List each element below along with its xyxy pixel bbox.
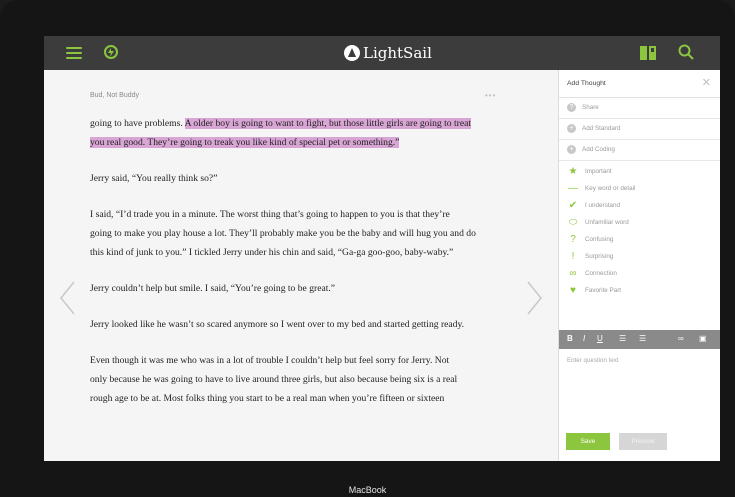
top-bar: LightSail bbox=[44, 36, 720, 70]
editor-toolbar: B I U ☰ ☰ ∞ ▣ bbox=[559, 330, 720, 349]
check-icon: ✔ bbox=[568, 200, 578, 211]
book-text[interactable]: going to have problems. A older boy is g… bbox=[90, 114, 520, 408]
text-line: going to have problems. A older boy is g… bbox=[90, 114, 520, 133]
plain-text: Jerry said, “You really think so?” bbox=[90, 173, 218, 184]
laptop-frame: LightSail Bud, Not Buddy ••• going to ha… bbox=[0, 0, 735, 497]
text-line: Jerry couldn’t help but smile. I said, “… bbox=[90, 279, 520, 298]
numbered-list-button[interactable]: ☰ bbox=[639, 334, 646, 343]
highlighted-text[interactable]: A older boy is going to want to fight, b… bbox=[184, 118, 472, 129]
app-name: LightSail bbox=[363, 44, 432, 62]
add-coding-label: Add Coding bbox=[582, 146, 615, 153]
underline-button[interactable]: U bbox=[597, 334, 603, 343]
plain-text: Jerry looked like he wasn’t so scared an… bbox=[90, 319, 465, 330]
tag-connection[interactable]: ∞ Connection bbox=[559, 266, 720, 283]
tag-label: Connection bbox=[585, 270, 617, 277]
book-title: Bud, Not Buddy bbox=[90, 92, 140, 99]
underline-icon: — bbox=[568, 183, 578, 194]
share-icon: ? bbox=[567, 103, 576, 112]
tag-confusing[interactable]: ? Confusing bbox=[559, 232, 720, 249]
tag-label: Important bbox=[585, 168, 612, 175]
text-line: Even though it was me who was in a lot o… bbox=[90, 351, 520, 370]
add-thought-panel: Add Thought ✕ ? Share + Add Standard + A… bbox=[558, 70, 720, 461]
plain-text: going to make you play house a lot. They… bbox=[90, 228, 476, 239]
menu-icon[interactable] bbox=[66, 47, 82, 59]
panel-header: Add Thought ✕ bbox=[559, 70, 720, 98]
tag-label: Key word or detail bbox=[585, 185, 636, 192]
italic-button[interactable]: I bbox=[583, 334, 585, 343]
add-standard-row[interactable]: + Add Standard bbox=[559, 119, 720, 140]
more-options-icon[interactable]: ••• bbox=[485, 91, 496, 100]
text-line: you real good. They’re going to treak yo… bbox=[90, 133, 520, 152]
text-line: rough age to be at. Most folks thing you… bbox=[90, 389, 520, 408]
panel-title: Add Thought bbox=[567, 80, 606, 87]
app-screen: LightSail Bud, Not Buddy ••• going to ha… bbox=[44, 36, 720, 461]
connection-icon: ∞ bbox=[569, 268, 577, 279]
preview-button[interactable]: Preview bbox=[619, 433, 667, 450]
app-logo: LightSail bbox=[344, 44, 432, 62]
plus-icon: + bbox=[567, 124, 576, 133]
save-button[interactable]: Save bbox=[566, 433, 610, 450]
tag-label: Unfamiliar word bbox=[585, 219, 629, 226]
bold-button[interactable]: B bbox=[567, 334, 573, 343]
text-line: I said, “I’d trade you in a minute. The … bbox=[90, 205, 520, 224]
plain-text: this kind of junk to you.” I tickled Jer… bbox=[90, 247, 454, 258]
tag-label: Surprising bbox=[585, 253, 614, 260]
text-line: Jerry said, “You really think so?” bbox=[90, 169, 520, 188]
lightning-icon[interactable] bbox=[104, 45, 118, 59]
plain-text: Jerry couldn’t help but smile. I said, “… bbox=[90, 283, 336, 294]
tag-label: Confusing bbox=[585, 236, 614, 243]
tag-key-word-or-detail[interactable]: — Key word or detail bbox=[559, 181, 720, 198]
text-line: only because he was going to have to liv… bbox=[90, 370, 520, 389]
thought-tags: ★ Important — Key word or detail ✔ I understa… bbox=[559, 161, 720, 300]
share-row[interactable]: ? Share bbox=[559, 98, 720, 119]
highlighted-text[interactable]: you real good. They’re going to treak yo… bbox=[90, 137, 400, 148]
previous-page-arrow[interactable] bbox=[58, 280, 76, 316]
add-standard-label: Add Standard bbox=[582, 125, 621, 132]
plain-text: Even though it was me who was in a lot o… bbox=[90, 355, 450, 366]
tag-i-understand[interactable]: ✔ I understand bbox=[559, 198, 720, 215]
tag-unfamiliar-word[interactable]: ⬭ Unfamiliar word bbox=[559, 215, 720, 232]
plain-text: going to have problems. bbox=[90, 118, 185, 129]
text-line: Jerry looked like he wasn’t so scared an… bbox=[90, 315, 520, 334]
plus-icon: + bbox=[567, 145, 576, 154]
tag-important[interactable]: ★ Important bbox=[559, 164, 720, 181]
text-line: this kind of junk to you.” I tickled Jer… bbox=[90, 243, 520, 262]
plain-text: only because he was going to have to liv… bbox=[90, 374, 458, 385]
add-coding-row[interactable]: + Add Coding bbox=[559, 140, 720, 161]
question-icon: ? bbox=[570, 234, 576, 245]
lightsail-logo-icon bbox=[344, 45, 360, 61]
exclamation-icon: ! bbox=[571, 251, 575, 262]
tag-favorite-part[interactable]: ♥ Favorite Part bbox=[559, 283, 720, 300]
image-button[interactable]: ▣ bbox=[699, 334, 707, 343]
macbook-label: MacBook bbox=[348, 485, 387, 495]
star-icon: ★ bbox=[568, 166, 578, 177]
tag-label: Favorite Part bbox=[585, 287, 622, 294]
bullet-list-button[interactable]: ☰ bbox=[619, 334, 626, 343]
next-page-arrow[interactable] bbox=[526, 280, 544, 316]
plain-text: rough age to be at. Most folks thing you… bbox=[90, 393, 445, 404]
ellipse-icon: ⬭ bbox=[568, 217, 578, 228]
text-line: going to make you play house a lot. They… bbox=[90, 224, 520, 243]
tag-surprising[interactable]: ! Surprising bbox=[559, 249, 720, 266]
link-button[interactable]: ∞ bbox=[678, 334, 684, 343]
share-label: Share bbox=[582, 104, 599, 111]
plain-text: I said, “I’d trade you in a minute. The … bbox=[90, 209, 450, 220]
close-icon[interactable]: ✕ bbox=[702, 76, 711, 89]
question-text-input[interactable]: Enter question text bbox=[567, 357, 713, 367]
favorite-icon: ♥ bbox=[570, 285, 576, 296]
search-icon[interactable] bbox=[678, 44, 694, 60]
book-icon[interactable] bbox=[640, 46, 656, 60]
tag-label: I understand bbox=[585, 202, 621, 209]
